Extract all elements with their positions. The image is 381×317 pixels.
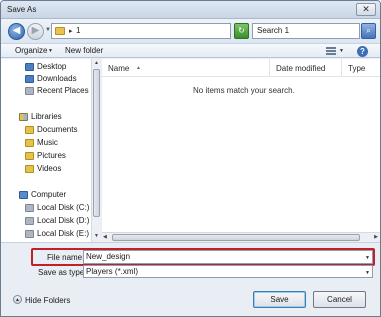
save-as-type-label: Save as type: <box>38 268 87 277</box>
documents-icon <box>25 126 34 134</box>
folder-icon <box>55 27 65 35</box>
forward-arrow-icon: ▶ <box>31 25 40 36</box>
save-as-type-select[interactable]: Players (*.xml) ▼ <box>83 265 373 278</box>
hide-folders-button[interactable]: ▲ Hide Folders <box>11 293 71 308</box>
search-placeholder: Search 1 <box>257 26 290 35</box>
search-input[interactable]: Search 1 <box>252 23 360 39</box>
column-header-name[interactable]: Name ▲ <box>102 59 270 77</box>
chevron-down-icon[interactable]: ▼ <box>365 255 370 261</box>
save-button[interactable]: Save <box>253 291 306 308</box>
save-options-panel: File name: New_design ▼ Save as type: Pl… <box>1 242 380 316</box>
sidebar-item-local-disk-d[interactable]: Local Disk (D:) <box>1 215 91 227</box>
views-icon[interactable] <box>326 47 336 55</box>
videos-icon <box>25 165 34 173</box>
sidebar-item-downloads[interactable]: Downloads <box>1 73 91 85</box>
organize-button[interactable]: Organize <box>15 46 47 55</box>
recent-places-icon <box>25 87 34 95</box>
scroll-thumb[interactable] <box>93 69 100 217</box>
sidebar-item-pictures[interactable]: Pictures <box>1 150 91 162</box>
sidebar-item-label: Pictures <box>37 151 66 160</box>
computer-icon <box>19 191 28 199</box>
hide-folders-label: Hide Folders <box>25 296 71 305</box>
breadcrumb[interactable]: ▸ 1 ▼ <box>51 23 277 39</box>
column-header-label: Type <box>348 64 366 73</box>
chevron-down-icon[interactable]: ▼ <box>365 270 370 276</box>
command-bar: Organize ▼ New folder ▼ ? <box>1 43 380 58</box>
sidebar-item-label: Local Disk (D:) <box>37 216 90 225</box>
sidebar-item-label: Music <box>37 138 58 147</box>
chevron-down-icon: ▼ <box>48 48 53 54</box>
drive-icon <box>25 204 34 212</box>
sidebar-item-local-disk-c[interactable]: Local Disk (C:) <box>1 202 91 214</box>
sidebar-item-libraries[interactable]: Libraries <box>1 111 91 123</box>
libraries-icon <box>19 113 28 121</box>
drive-icon <box>25 230 34 238</box>
cancel-button[interactable]: Cancel <box>313 291 366 308</box>
sidebar-item-computer[interactable]: Computer <box>1 189 91 201</box>
sidebar-item-label: Videos <box>37 164 62 173</box>
scroll-right-icon[interactable]: ▶ <box>374 233 378 242</box>
scroll-thumb[interactable] <box>112 234 360 241</box>
breadcrumb-folder[interactable]: 1 <box>76 26 80 35</box>
desktop-icon <box>25 63 34 71</box>
sidebar-item-label: Recent Places <box>37 86 89 95</box>
back-button[interactable]: ◀ <box>8 23 25 40</box>
navigation-scrollbar[interactable]: ▲ ▼ <box>91 59 101 242</box>
forward-button[interactable]: ▶ <box>27 23 44 40</box>
file-name-value: New_design <box>86 252 131 261</box>
scroll-down-icon[interactable]: ▼ <box>92 232 101 241</box>
sort-ascending-icon: ▲ <box>136 65 141 71</box>
sidebar-item-label: Documents <box>37 125 78 134</box>
close-icon: ✕ <box>362 4 370 14</box>
collapse-icon: ▲ <box>13 295 22 304</box>
back-arrow-icon: ◀ <box>12 25 21 36</box>
file-list: Name ▲ Date modified Type No items match… <box>102 59 380 242</box>
drive-icon <box>25 217 34 225</box>
empty-message: No items match your search. <box>193 86 295 95</box>
navigation-pane: Desktop Downloads Recent Places Librarie… <box>1 59 101 242</box>
sidebar-item-recent-places[interactable]: Recent Places <box>1 85 91 97</box>
sidebar-item-desktop[interactable]: Desktop <box>1 61 91 73</box>
sidebar-item-label: Local Disk (C:) <box>37 203 90 212</box>
views-dropdown-icon[interactable]: ▼ <box>339 48 344 54</box>
music-icon <box>25 139 34 147</box>
window-title: Save As <box>7 5 37 14</box>
save-as-dialog: Save As ✕ ◀ ▶ ▼ ▸ 1 ▼ ↻ Search 1 ⌕ Organ… <box>0 0 381 317</box>
sidebar-item-local-disk-e[interactable]: Local Disk (E:) <box>1 228 91 240</box>
breadcrumb-separator-icon: ▸ <box>69 28 73 35</box>
title-bar: Save As ✕ <box>1 1 380 19</box>
sidebar-item-label: Libraries <box>31 112 62 121</box>
column-header-label: Name <box>108 64 130 73</box>
pictures-icon <box>25 152 34 160</box>
downloads-icon <box>25 75 34 83</box>
scroll-up-icon[interactable]: ▲ <box>92 59 101 68</box>
address-bar: ◀ ▶ ▼ ▸ 1 ▼ ↻ Search 1 ⌕ <box>1 19 380 43</box>
sidebar-item-videos[interactable]: Videos <box>1 163 91 175</box>
new-folder-button[interactable]: New folder <box>65 46 103 55</box>
refresh-button[interactable]: ↻ <box>234 23 249 39</box>
scroll-left-icon[interactable]: ◀ <box>103 233 107 242</box>
column-header-date-modified[interactable]: Date modified <box>270 59 342 77</box>
sidebar-item-label: Desktop <box>37 62 67 71</box>
file-list-scrollbar[interactable]: ◀ ▶ <box>102 232 380 242</box>
sidebar-item-label: Downloads <box>37 74 77 83</box>
sidebar-item-music[interactable]: Music <box>1 137 91 149</box>
sidebar-item-label: Local Disk (E:) <box>37 229 90 238</box>
file-name-field[interactable]: New_design ▼ <box>83 250 373 264</box>
help-icon[interactable]: ? <box>357 46 368 57</box>
column-header-label: Date modified <box>276 64 326 73</box>
close-button[interactable]: ✕ <box>356 3 376 16</box>
refresh-icon: ↻ <box>238 26 245 35</box>
search-button[interactable]: ⌕ <box>361 23 376 39</box>
column-header-type[interactable]: Type <box>342 59 380 77</box>
sidebar-item-documents[interactable]: Documents <box>1 124 91 136</box>
sidebar-item-label: Computer <box>31 190 67 199</box>
save-as-type-value: Players (*.xml) <box>86 267 139 276</box>
file-name-label: File name: <box>47 253 85 262</box>
search-icon: ⌕ <box>366 26 371 35</box>
